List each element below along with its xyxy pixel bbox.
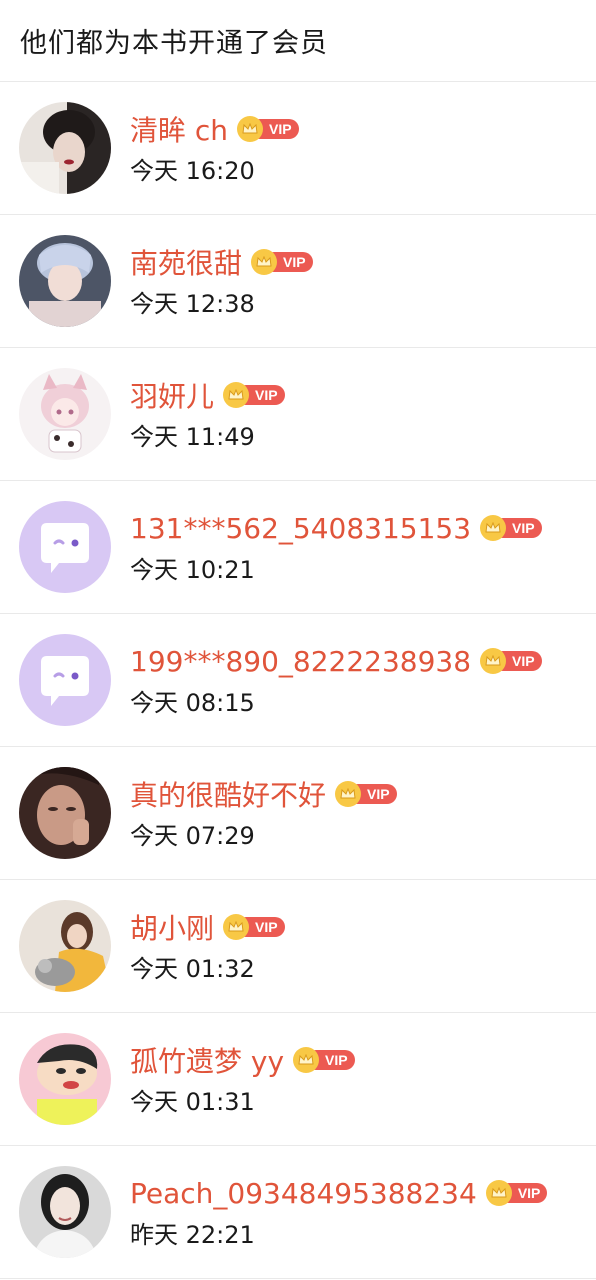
avatar[interactable] — [19, 767, 111, 859]
member-name[interactable]: 199***890_8222238938 — [130, 645, 471, 678]
join-time: 今天 07:29 — [130, 822, 255, 850]
avatar[interactable] — [19, 1033, 111, 1125]
member-row[interactable]: 南苑很甜 VIP 今天 12:38 — [0, 215, 596, 348]
page-title: 他们都为本书开通了会员 — [20, 28, 328, 59]
member-name[interactable]: 真的很酷好不好 — [130, 774, 326, 814]
avatar[interactable] — [19, 501, 111, 593]
member-info: 羽妍儿 VIP 今天 11:49 — [130, 375, 285, 453]
join-time: 昨天 22:21 — [130, 1221, 255, 1249]
join-time: 今天 01:31 — [130, 1088, 255, 1116]
crown-icon — [223, 382, 250, 408]
member-row[interactable]: 131***562_5408315153 VIP 今天 10:21 — [0, 481, 596, 614]
join-time: 今天 10:21 — [130, 556, 255, 584]
member-row[interactable]: 胡小刚 VIP 今天 01:32 — [0, 880, 596, 1013]
member-row[interactable]: 羽妍儿 VIP 今天 11:49 — [0, 348, 596, 481]
avatar[interactable] — [19, 634, 111, 726]
vip-badge: VIP — [237, 116, 299, 142]
member-name[interactable]: Peach_09348495388234 — [130, 1177, 477, 1210]
avatar[interactable] — [19, 102, 111, 194]
crown-icon — [335, 781, 362, 807]
member-row[interactable]: 孤竹遗梦 yy VIP 今天 01:31 — [0, 1013, 596, 1146]
member-row[interactable]: 真的很酷好不好 VIP 今天 07:29 — [0, 747, 596, 880]
avatar[interactable] — [19, 1166, 111, 1258]
member-info: Peach_09348495388234 VIP 昨天 22:21 — [130, 1173, 548, 1251]
page-header: 他们都为本书开通了会员 — [0, 0, 596, 82]
vip-badge: VIP — [223, 914, 285, 940]
member-info: 真的很酷好不好 VIP 今天 07:29 — [130, 774, 397, 852]
vip-badge: VIP — [485, 1180, 548, 1206]
crown-icon — [293, 1047, 320, 1073]
crown-icon — [251, 249, 278, 275]
vip-members-page: 他们都为本书开通了会员 清眸 ch VIP 今天 16:20 南苑很甜 VIP … — [0, 0, 596, 1280]
member-list: 清眸 ch VIP 今天 16:20 南苑很甜 VIP 今天 12:38 羽妍儿… — [0, 82, 596, 1279]
member-name[interactable]: 清眸 ch — [130, 109, 228, 149]
vip-badge: VIP — [480, 648, 542, 674]
vip-badge: VIP — [223, 382, 285, 408]
member-row[interactable]: 199***890_8222238938 VIP 今天 08:15 — [0, 614, 596, 747]
member-info: 胡小刚 VIP 今天 01:32 — [130, 907, 285, 985]
crown-icon — [480, 648, 507, 674]
crown-icon — [237, 116, 264, 142]
vip-badge: VIP — [480, 515, 542, 541]
member-info: 孤竹遗梦 yy VIP 今天 01:31 — [130, 1040, 355, 1118]
member-name[interactable]: 孤竹遗梦 yy — [130, 1040, 284, 1080]
join-time: 今天 12:38 — [130, 290, 255, 318]
member-row[interactable]: Peach_09348495388234 VIP 昨天 22:21 — [0, 1146, 596, 1279]
vip-badge: VIP — [335, 781, 397, 807]
join-time: 今天 01:32 — [130, 955, 255, 983]
join-time: 今天 11:49 — [130, 423, 255, 451]
join-time: 今天 16:20 — [130, 157, 255, 185]
vip-badge: VIP — [251, 249, 313, 275]
member-row[interactable]: 清眸 ch VIP 今天 16:20 — [0, 82, 596, 215]
join-time: 今天 08:15 — [130, 689, 255, 717]
crown-icon — [485, 1180, 512, 1206]
member-info: 131***562_5408315153 VIP 今天 10:21 — [130, 508, 542, 586]
crown-icon — [480, 515, 507, 541]
member-name[interactable]: 羽妍儿 — [130, 375, 214, 415]
member-info: 199***890_8222238938 VIP 今天 08:15 — [130, 641, 542, 719]
member-name[interactable]: 131***562_5408315153 — [130, 512, 471, 545]
avatar[interactable] — [19, 235, 111, 327]
vip-badge: VIP — [293, 1047, 355, 1073]
member-name[interactable]: 南苑很甜 — [130, 242, 242, 282]
crown-icon — [223, 914, 250, 940]
avatar[interactable] — [19, 900, 111, 992]
member-info: 南苑很甜 VIP 今天 12:38 — [130, 242, 313, 320]
member-info: 清眸 ch VIP 今天 16:20 — [130, 109, 299, 187]
member-name[interactable]: 胡小刚 — [130, 907, 214, 947]
avatar[interactable] — [19, 368, 111, 460]
